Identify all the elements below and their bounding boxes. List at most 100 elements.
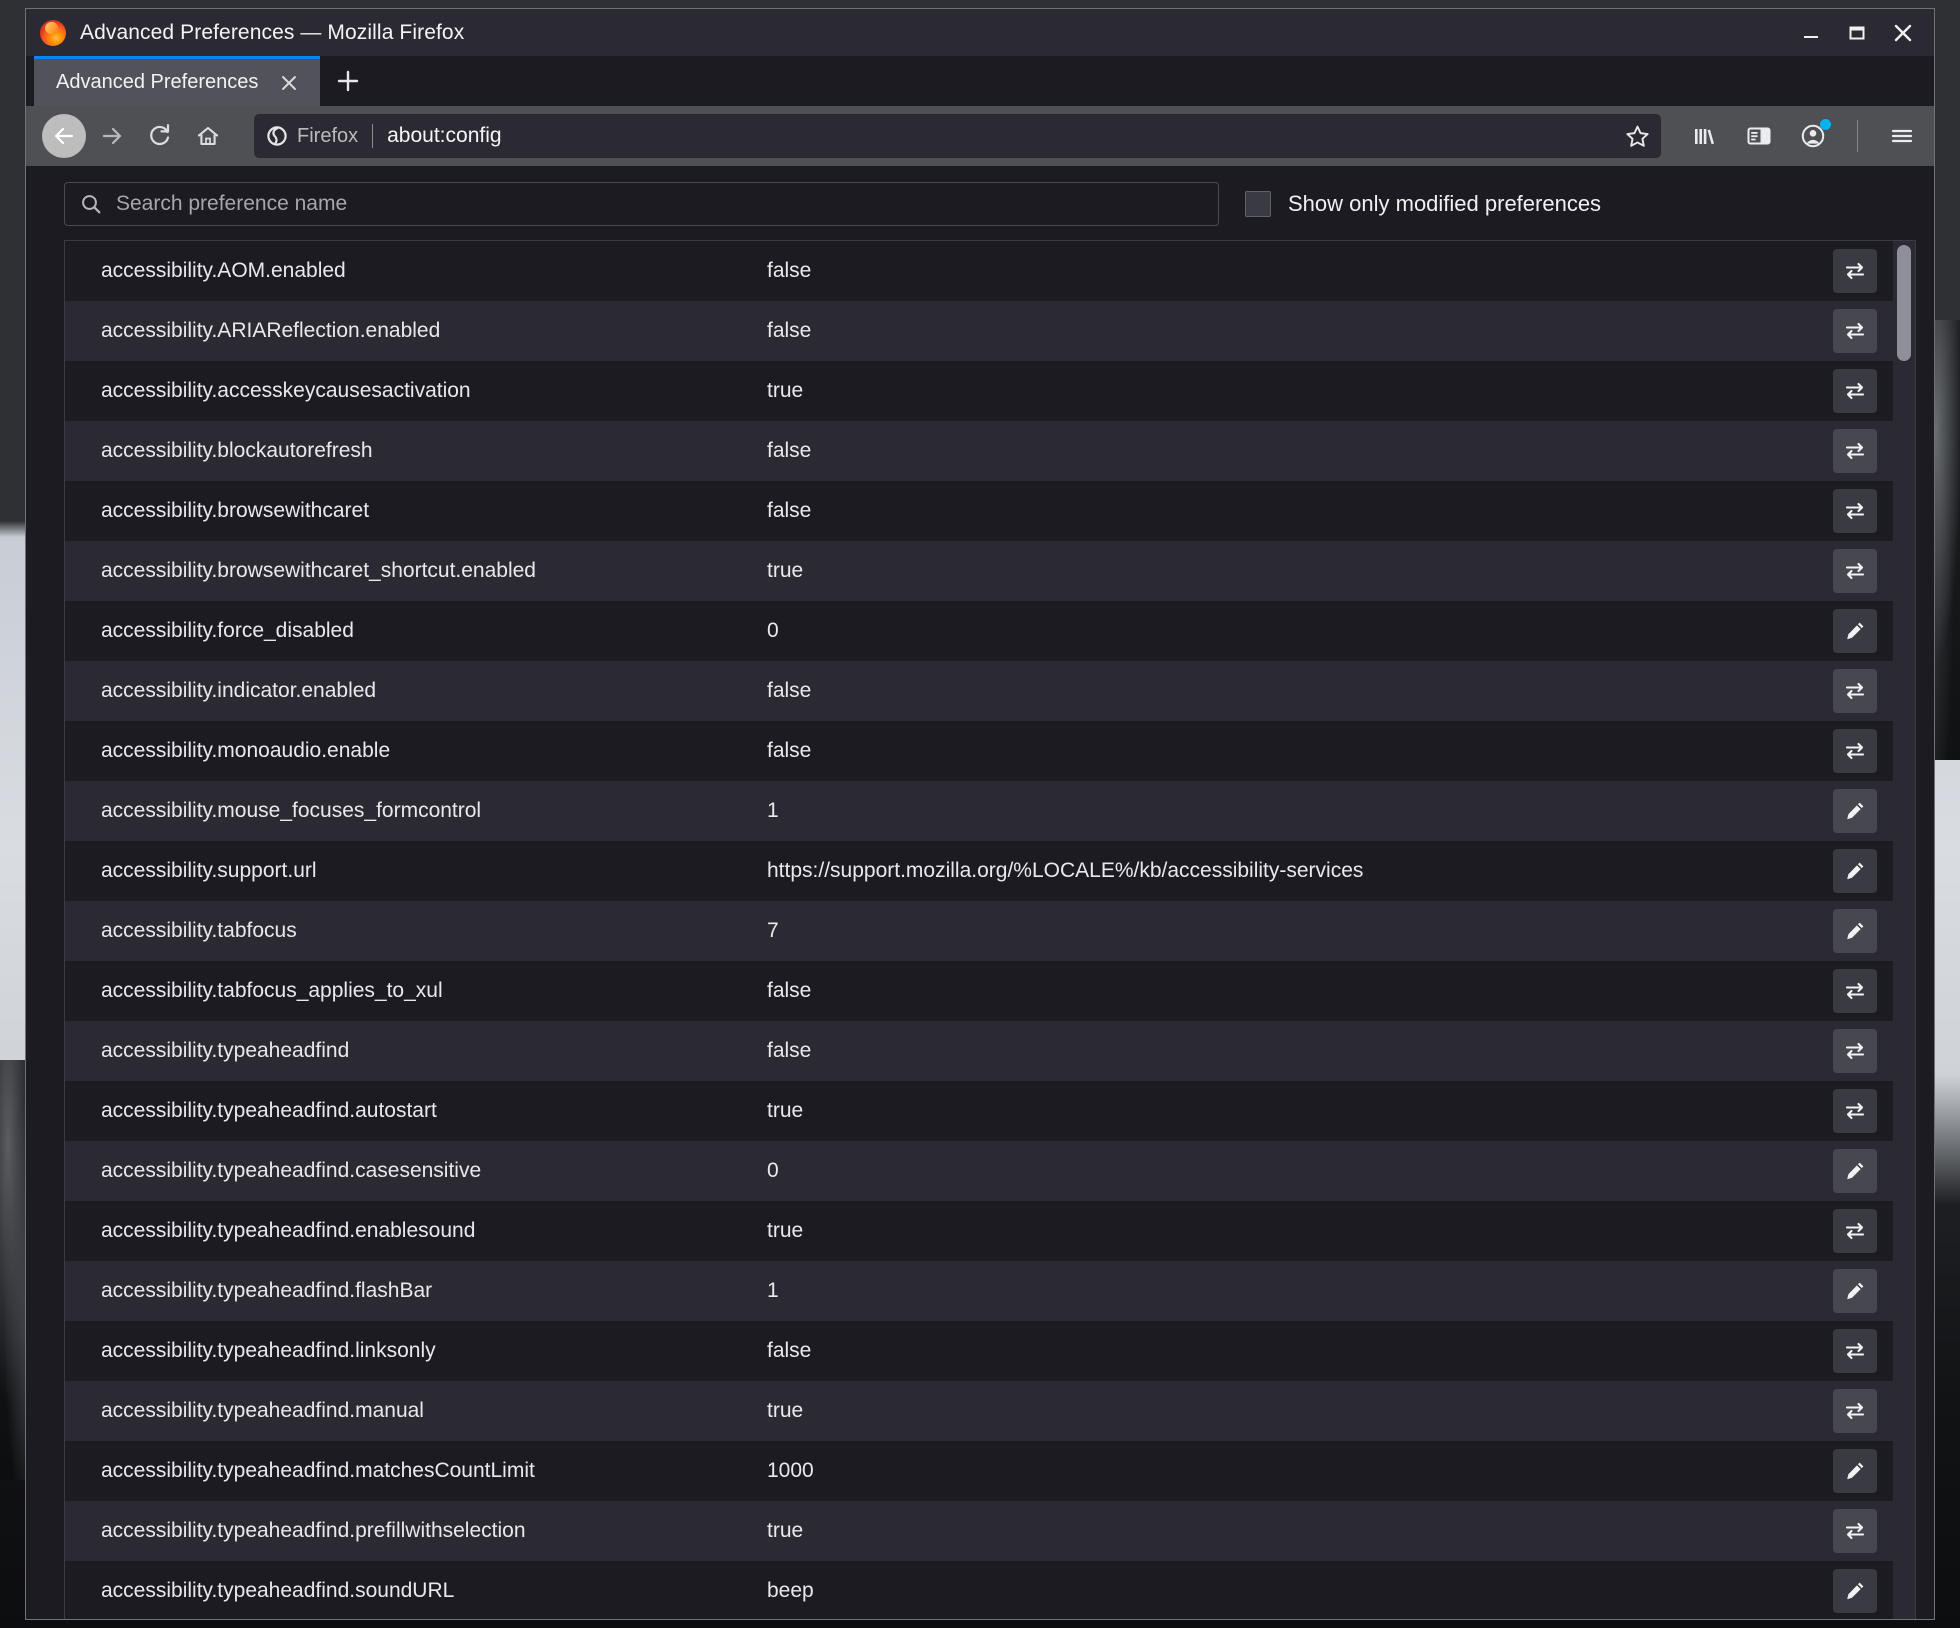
table-row[interactable]: accessibility.typeaheadfind.autostart tru… [65, 1081, 1915, 1141]
table-row[interactable]: accessibility.indicator.enabled false [65, 661, 1915, 721]
table-row[interactable]: accessibility.typeaheadfind false [65, 1021, 1915, 1081]
table-row[interactable]: accessibility.typeaheadfind.casesensitiv… [65, 1141, 1915, 1201]
preference-name: accessibility.typeaheadfind.flashBar [101, 1279, 433, 1302]
table-row[interactable]: accessibility.tabfocus_applies_to_xul fal… [65, 961, 1915, 1021]
toggle-arrows-icon[interactable] [1833, 1329, 1877, 1373]
toggle-arrows-icon[interactable] [1833, 309, 1877, 353]
toggle-arrows-icon[interactable] [1833, 729, 1877, 773]
table-row[interactable]: accessibility.typeaheadfind.manual true [65, 1381, 1915, 1441]
table-row[interactable]: accessibility.support.url https://support… [65, 841, 1915, 901]
library-icon[interactable] [1685, 116, 1725, 156]
table-row[interactable]: accessibility.blockautorefresh false [65, 421, 1915, 481]
pencil-edit-icon[interactable] [1833, 1269, 1877, 1313]
table-row[interactable]: accessibility.typeaheadfind.linksonly fal… [65, 1321, 1915, 1381]
close-icon[interactable] [272, 66, 306, 100]
url-text[interactable]: about:config [387, 124, 1619, 148]
title-bar: Advanced Preferences — Mozilla Firefox [26, 9, 1934, 56]
preference-name: accessibility.indicator.enabled [101, 679, 377, 702]
preference-name: accessibility.typeaheadfind.prefillwiths… [101, 1519, 526, 1542]
preference-value: false [767, 1039, 812, 1062]
show-modified-label: Show only modified preferences [1288, 191, 1602, 216]
preference-value: false [767, 259, 812, 282]
pencil-edit-icon[interactable] [1833, 1449, 1877, 1493]
toggle-arrows-icon[interactable] [1833, 969, 1877, 1013]
toggle-arrows-icon[interactable] [1833, 669, 1877, 713]
toolbar-separator [1857, 120, 1858, 152]
maximize-icon[interactable] [1834, 13, 1880, 53]
scrollbar-thumb[interactable] [1897, 245, 1911, 361]
preference-value: 1 [767, 1279, 779, 1302]
pencil-edit-icon[interactable] [1833, 609, 1877, 653]
show-modified-checkbox[interactable] [1245, 191, 1271, 217]
sidebar-icon[interactable] [1739, 116, 1779, 156]
table-row[interactable]: accessibility.typeaheadfind.enablesound t… [65, 1201, 1915, 1261]
preference-name: accessibility.blockautorefresh [101, 439, 373, 462]
star-icon[interactable] [1619, 118, 1655, 154]
preference-name: accessibility.AOM.enabled [101, 259, 346, 282]
toggle-arrows-icon[interactable] [1833, 489, 1877, 533]
table-row[interactable]: accessibility.browsewithcaret_shortcut.e… [65, 541, 1915, 601]
table-row[interactable]: accessibility.mouse_focuses_formcontrol 1 [65, 781, 1915, 841]
url-bar[interactable]: Firefox about:config [254, 114, 1661, 158]
table-row[interactable]: accessibility.typeaheadfind.soundURL beep [65, 1561, 1915, 1619]
toggle-arrows-icon[interactable] [1833, 429, 1877, 473]
toggle-arrows-icon[interactable] [1833, 369, 1877, 413]
pencil-edit-icon[interactable] [1833, 789, 1877, 833]
preferences-scrollbar[interactable] [1893, 241, 1915, 1619]
account-icon[interactable] [1793, 116, 1833, 156]
home-icon[interactable] [186, 114, 230, 158]
preference-name: accessibility.force_disabled [101, 619, 354, 642]
tab-advanced-preferences[interactable]: Advanced Preferences [34, 56, 320, 106]
toggle-arrows-icon[interactable] [1833, 1209, 1877, 1253]
show-modified-control[interactable]: Show only modified preferences [1245, 191, 1601, 217]
pencil-edit-icon[interactable] [1833, 909, 1877, 953]
preference-value: false [767, 439, 812, 462]
back-arrow-icon[interactable] [42, 114, 86, 158]
minimize-icon[interactable] [1788, 13, 1834, 53]
tab-label: Advanced Preferences [56, 71, 259, 93]
preference-name: accessibility.typeaheadfind.linksonly [101, 1339, 436, 1362]
preference-name: accessibility.monoaudio.enable [101, 739, 391, 762]
table-row[interactable]: accessibility.typeaheadfind.matchesCount… [65, 1441, 1915, 1501]
toggle-arrows-icon[interactable] [1833, 1029, 1877, 1073]
table-row[interactable]: accessibility.ARIAReflection.enabled fals… [65, 301, 1915, 361]
preference-value: 1 [767, 799, 779, 822]
table-row[interactable]: accessibility.browsewithcaret false [65, 481, 1915, 541]
new-tab-button[interactable] [320, 56, 376, 106]
close-icon[interactable] [1880, 13, 1926, 53]
pencil-edit-icon[interactable] [1833, 849, 1877, 893]
preference-value: true [767, 1399, 804, 1422]
search-input[interactable] [116, 192, 1204, 216]
preference-value: false [767, 1339, 812, 1362]
pencil-edit-icon[interactable] [1833, 1149, 1877, 1193]
toggle-arrows-icon[interactable] [1833, 549, 1877, 593]
toggle-arrows-icon[interactable] [1833, 249, 1877, 293]
preference-value: 0 [767, 619, 779, 642]
identity-box[interactable]: Firefox [266, 124, 374, 148]
firefox-logo-icon [40, 19, 66, 46]
preference-value: false [767, 319, 812, 342]
table-row[interactable]: accessibility.monoaudio.enable false [65, 721, 1915, 781]
toggle-arrows-icon[interactable] [1833, 1389, 1877, 1433]
config-toolbar: Show only modified preferences [26, 166, 1934, 240]
preference-value: 0 [767, 1159, 779, 1182]
preference-name: accessibility.ARIAReflection.enabled [101, 319, 441, 342]
table-row[interactable]: accessibility.tabfocus 7 [65, 901, 1915, 961]
preference-value: true [767, 379, 804, 402]
hamburger-menu-icon[interactable] [1882, 116, 1922, 156]
toggle-arrows-icon[interactable] [1833, 1509, 1877, 1553]
table-row[interactable]: accessibility.typeaheadfind.prefillwiths… [65, 1501, 1915, 1561]
table-row[interactable]: accessibility.AOM.enabled false [65, 241, 1915, 301]
table-row[interactable]: accessibility.typeaheadfind.flashBar 1 [65, 1261, 1915, 1321]
forward-arrow-icon[interactable] [90, 114, 134, 158]
preference-value: false [767, 499, 812, 522]
reload-icon[interactable] [138, 114, 182, 158]
preferences-table: accessibility.AOM.enabled false accessibil… [64, 240, 1916, 1619]
search-field[interactable] [64, 182, 1219, 226]
toggle-arrows-icon[interactable] [1833, 1089, 1877, 1133]
table-row[interactable]: accessibility.force_disabled 0 [65, 601, 1915, 661]
preference-value: true [767, 559, 804, 582]
table-row[interactable]: accessibility.accesskeycausesactivation t… [65, 361, 1915, 421]
preference-name: accessibility.typeaheadfind [101, 1039, 350, 1062]
pencil-edit-icon[interactable] [1833, 1569, 1877, 1613]
